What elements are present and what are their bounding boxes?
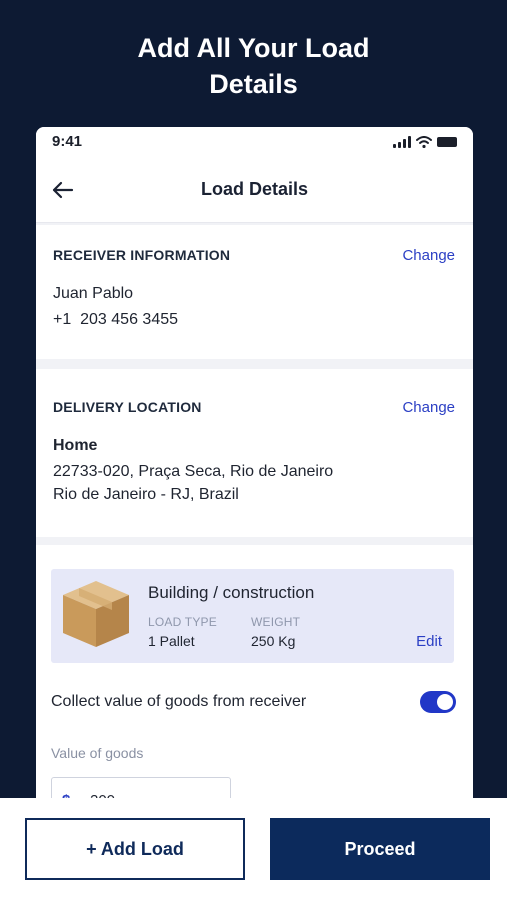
page-title: Load Details [200, 179, 309, 199]
add-load-button[interactable]: + Add Load [25, 818, 245, 880]
change-delivery-link[interactable]: Change [402, 399, 455, 416]
collect-value-toggle[interactable] [420, 691, 456, 713]
status-time: 9:41 [52, 133, 83, 150]
delivery-place-name: Home [53, 437, 98, 454]
toggle-knob [437, 694, 453, 710]
edit-load-link[interactable]: Edit [416, 633, 442, 650]
headline-line-1: Add All Your Load [137, 33, 370, 63]
collect-value-label: Collect value of goods from receiver [51, 693, 307, 710]
navbar: Load Details [36, 157, 473, 223]
signal-icon [393, 136, 411, 148]
receiver-card: RECEIVER INFORMATION Change Juan Pablo +… [36, 225, 473, 359]
headline-line-2: Details [209, 69, 298, 99]
delivery-address-line-2: Rio de Janeiro - RJ, Brazil [53, 486, 239, 503]
status-bar: 9:41 [36, 127, 473, 157]
wifi-icon [416, 136, 432, 148]
load-category: Building / construction [148, 583, 315, 602]
proceed-button[interactable]: Proceed [270, 818, 490, 880]
status-icons [393, 136, 457, 148]
load-type-label: LOAD TYPE [148, 615, 217, 629]
delivery-address-line-1: 22733-020, Praça Seca, Rio de Janeiro [53, 463, 334, 480]
load-summary: Building / construction LOAD TYPE 1 Pall… [51, 569, 454, 663]
delivery-card: DELIVERY LOCATION Change Home 22733-020,… [36, 369, 473, 537]
load-card: Building / construction LOAD TYPE 1 Pall… [36, 545, 473, 807]
receiver-phone: +1 203 456 3455 [53, 311, 179, 328]
value-of-goods-label: Value of goods [51, 745, 144, 761]
weight-label: WEIGHT [251, 615, 301, 629]
box-icon [63, 581, 129, 647]
phone-screen: 9:41 Load Details RECEIVER INFORMATION C… [36, 127, 473, 807]
weight-value: 250 Kg [251, 633, 296, 649]
receiver-name: Juan Pablo [53, 285, 134, 302]
change-receiver-link[interactable]: Change [402, 247, 455, 264]
delivery-section-label: DELIVERY LOCATION [53, 399, 202, 415]
battery-icon [437, 137, 457, 147]
receiver-section-label: RECEIVER INFORMATION [53, 247, 231, 263]
bottom-action-bar: + Add Load Proceed [0, 798, 507, 900]
load-type-value: 1 Pallet [148, 633, 195, 649]
headline: Add All Your Load Details [0, 30, 507, 102]
